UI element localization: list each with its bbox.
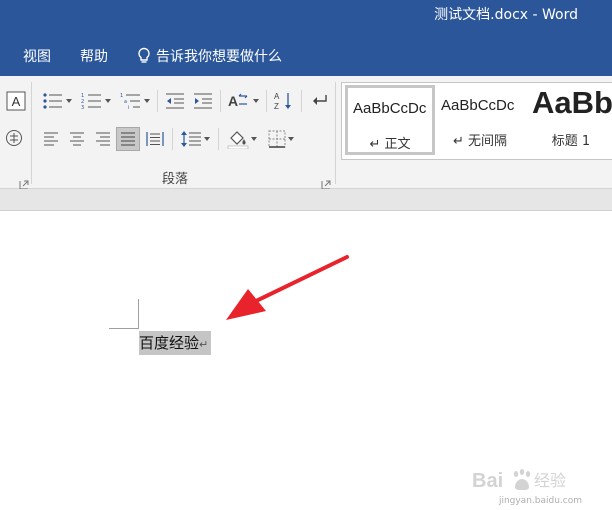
- show-hide-marks-button[interactable]: [307, 89, 331, 113]
- window-title: 测试文档.docx - Word: [434, 7, 578, 23]
- enclose-characters-button[interactable]: [3, 126, 25, 150]
- sort-az-icon: A Z: [274, 92, 291, 111]
- svg-text:A: A: [12, 94, 21, 109]
- watermark-suffix: 经验: [534, 471, 566, 490]
- margin-marker-horizontal: [109, 328, 139, 329]
- style-name-text: 正文: [384, 137, 411, 152]
- menu-bar: 视图 帮助 告诉我你想要做什么: [0, 34, 612, 76]
- bullet-list-icon: [43, 93, 62, 109]
- line-spacing-icon: [181, 131, 201, 147]
- svg-text:i: i: [128, 105, 129, 110]
- text-a-box-icon: A: [6, 91, 26, 111]
- chevron-down-icon: [66, 99, 72, 103]
- align-left-icon: [44, 132, 58, 146]
- lightbulb-icon: [138, 47, 150, 63]
- margin-marker-vertical: [138, 299, 139, 329]
- style-heading-1[interactable]: AaBb 标题 1: [527, 85, 612, 153]
- style-name: ↵ 无间隔: [452, 134, 508, 149]
- chevron-down-icon: [251, 137, 257, 141]
- style-sample: AaBbCcDc: [353, 100, 427, 117]
- decrease-indent-button[interactable]: [163, 89, 187, 113]
- align-left-button[interactable]: [40, 127, 62, 151]
- multilevel-list-button[interactable]: 1 a i: [118, 89, 152, 113]
- increase-indent-icon: [194, 93, 212, 109]
- chevron-down-icon: [288, 137, 294, 141]
- align-center-button[interactable]: [66, 127, 88, 151]
- tell-me-search[interactable]: 告诉我你想要做什么: [136, 46, 282, 66]
- button-separator: [301, 90, 302, 112]
- distributed-button[interactable]: [144, 127, 166, 151]
- selected-text[interactable]: 百度经验↵: [139, 331, 212, 355]
- line-spacing-button[interactable]: [178, 127, 212, 151]
- chevron-down-icon: [253, 99, 259, 103]
- style-normal[interactable]: AaBbCcDc ↵ 正文: [345, 85, 435, 155]
- numbered-list-icon: 1 2 3: [81, 93, 101, 110]
- group-separator: [335, 82, 336, 184]
- paint-bucket-icon: [227, 131, 249, 149]
- bullets-button[interactable]: [40, 89, 74, 113]
- justify-button[interactable]: [116, 127, 140, 151]
- document-canvas[interactable]: 百度经验↵ Bai 经验 jingyan.baidu.com: [0, 211, 612, 510]
- numbering-button[interactable]: 1 2 3: [79, 89, 113, 113]
- svg-text:1: 1: [120, 93, 123, 99]
- font-dialog-launcher[interactable]: [19, 175, 29, 190]
- paragraph-group-label: 段落: [161, 172, 188, 187]
- paragraph-mark-icon: [313, 95, 327, 105]
- style-name-text: 无间隔: [468, 134, 508, 149]
- style-sample: AaBb: [532, 85, 612, 120]
- shading-button[interactable]: [223, 127, 261, 151]
- borders-icon: [268, 130, 286, 148]
- align-center-icon: [70, 132, 84, 146]
- button-separator: [157, 90, 158, 112]
- align-right-icon: [96, 132, 110, 146]
- borders-button[interactable]: [264, 127, 298, 151]
- ruler-area: [0, 189, 612, 211]
- style-name-text: 标题 1: [551, 134, 591, 149]
- menu-view[interactable]: 视图: [23, 46, 51, 66]
- svg-text:3: 3: [81, 105, 84, 110]
- style-sample: AaBbCcDc: [441, 97, 515, 114]
- align-right-button[interactable]: [92, 127, 114, 151]
- chevron-down-icon: [144, 99, 150, 103]
- watermark-url: jingyan.baidu.com: [498, 496, 582, 506]
- title-bar: 测试文档.docx - Word: [0, 0, 612, 34]
- svg-text:a: a: [124, 99, 127, 105]
- chevron-down-icon: [204, 137, 210, 141]
- svg-text:Z: Z: [274, 102, 279, 111]
- chinese-layout-button[interactable]: A: [225, 89, 261, 113]
- menu-help[interactable]: 帮助: [80, 46, 108, 66]
- paragraph-dialog-launcher[interactable]: [321, 175, 331, 190]
- increase-indent-button[interactable]: [191, 89, 215, 113]
- group-separator: [31, 82, 32, 184]
- svg-text:A: A: [228, 93, 238, 109]
- svg-text:A: A: [274, 92, 280, 101]
- ribbon: A 1 2 3 1 a i A A Z 段落 AaBbCcDc ↵ 正文 AaB…: [0, 76, 612, 190]
- watermark-brand: Bai: [472, 470, 503, 492]
- baidu-watermark-logo: Bai 经验: [472, 469, 566, 492]
- button-separator: [172, 128, 173, 150]
- text-effects-button[interactable]: A: [5, 89, 27, 113]
- style-no-spacing[interactable]: AaBbCcDc ↵ 无间隔: [436, 85, 524, 153]
- justify-icon: [121, 132, 135, 146]
- style-name: ↵ 正文: [369, 137, 411, 152]
- button-separator: [218, 128, 219, 150]
- document-text: 百度经验: [139, 334, 200, 352]
- sort-button[interactable]: A Z: [272, 89, 296, 113]
- button-separator: [266, 90, 267, 112]
- chinese-layout-icon: A: [228, 93, 248, 109]
- paragraph-mark: ↵: [199, 338, 209, 351]
- chevron-down-icon: [105, 99, 111, 103]
- multilevel-list-icon: 1 a i: [120, 93, 140, 110]
- styles-gallery: AaBbCcDc ↵ 正文 AaBbCcDc ↵ 无间隔 AaBb 标题 1: [341, 82, 612, 160]
- button-separator: [220, 90, 221, 112]
- enclosed-character-icon: [6, 130, 22, 146]
- distributed-align-icon: [146, 132, 164, 146]
- tell-me-label: 告诉我你想要做什么: [156, 49, 282, 65]
- decrease-indent-icon: [166, 93, 184, 109]
